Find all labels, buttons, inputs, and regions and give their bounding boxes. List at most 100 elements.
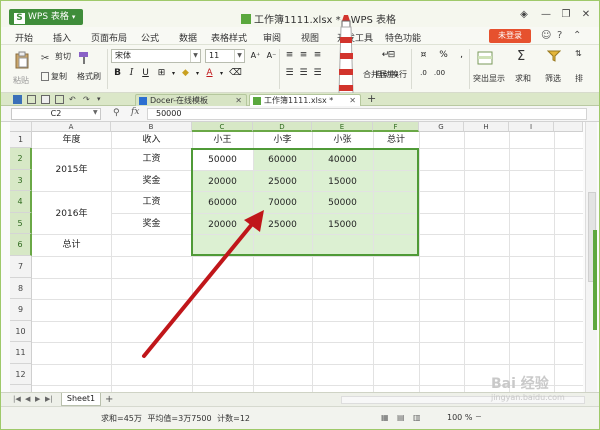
font-name-select[interactable]: 宋体 ▼ — [111, 49, 201, 63]
zoom-out-icon[interactable]: − — [475, 412, 482, 421]
italic-button[interactable]: I — [125, 67, 138, 80]
align-center-icon[interactable]: ☰ — [297, 67, 310, 80]
menu-insert[interactable]: 插入 — [53, 31, 71, 44]
paste-button[interactable] — [13, 51, 31, 73]
baidu-watermark: Bai 经验 jingyan.baidu.com — [491, 373, 595, 425]
new-tab-button[interactable]: + — [367, 92, 376, 105]
filter-button[interactable]: 筛选 — [545, 73, 561, 84]
add-sheet-button[interactable]: + — [105, 394, 113, 405]
save-icon[interactable] — [13, 95, 22, 104]
user-icon[interactable]: ☺ — [541, 30, 551, 41]
tab-docer-label: Docer-在线模板 — [150, 96, 209, 105]
copy-icon — [41, 72, 49, 81]
watermark-text: Bai 经验 — [491, 376, 549, 392]
skin-icon[interactable]: ◈ — [517, 9, 531, 21]
align-middle-icon[interactable]: ≡ — [297, 49, 310, 62]
copy-button[interactable]: 复制 — [41, 71, 67, 82]
tab-workbook[interactable]: 工作簿1111.xlsx * ✕ — [249, 94, 361, 106]
chevron-down-icon[interactable]: ▾ — [215, 67, 228, 80]
next-sheet-icon[interactable]: ▶ — [35, 395, 40, 403]
highlight-button[interactable]: 突出显示 — [473, 73, 505, 84]
zoom-level[interactable]: 100 % — [447, 413, 472, 422]
undo-icon[interactable]: ↶ — [69, 95, 78, 104]
menu-review[interactable]: 审阅 — [263, 31, 281, 44]
collapse-ribbon-icon[interactable]: ⌃ — [573, 30, 581, 41]
sort-button[interactable]: 排 — [575, 73, 583, 84]
wps-app-menu-button[interactable]: S WPS 表格 ▾ — [9, 9, 83, 25]
align-top-icon[interactable]: ≡ — [283, 49, 296, 62]
login-button[interactable]: 未登录 — [489, 29, 531, 43]
menu-special-features[interactable]: 特色功能 — [385, 31, 421, 44]
format-painter-brush[interactable] — [77, 51, 91, 67]
document-tabs-bar: ↶ ↷ ▾ Docer-在线模板 ✕ 工作簿1111.xlsx * ✕ + — [1, 92, 599, 106]
auto-wrap-button[interactable]: 自动换行 — [375, 69, 407, 80]
align-right-icon[interactable]: ☰ — [311, 67, 324, 80]
window-title: 工作簿1111.xlsx * - WPS 表格 — [241, 11, 396, 26]
sheet-tab-sheet1[interactable]: Sheet1 — [61, 393, 101, 406]
menu-table-style[interactable]: 表格样式 — [211, 31, 247, 44]
status-count: 计数=12 — [217, 414, 251, 423]
percent-button[interactable]: % — [437, 49, 450, 62]
sigma-icon[interactable]: Σ — [517, 49, 525, 64]
print-preview-icon[interactable] — [55, 95, 64, 104]
ribbon-toolbar: 粘贴 ✂ 剪切 复制 格式刷 宋体 ▼ 11 ▼ A⁺ A⁻ B I U ⊞ ▾ ◆ … — [1, 45, 599, 93]
grow-font-button[interactable]: A⁺ — [249, 49, 262, 62]
print-icon[interactable] — [41, 95, 50, 104]
menu-data[interactable]: 数据 — [179, 31, 197, 44]
name-box[interactable]: C2 — [11, 108, 101, 120]
align-bottom-icon[interactable]: ≡ — [311, 49, 324, 62]
number-format-icon[interactable]: ¤ — [417, 49, 430, 62]
font-size-select[interactable]: 11 ▼ — [205, 49, 245, 63]
underline-button[interactable]: U — [139, 67, 152, 80]
decrease-decimal-icon[interactable]: .00 — [433, 67, 446, 80]
sort-icon[interactable]: ⇅ — [575, 49, 582, 58]
docer-icon — [139, 97, 147, 105]
page-break-icon[interactable]: ▥ — [413, 413, 421, 422]
cut-button[interactable]: ✂ 剪切 — [41, 51, 71, 65]
help-icon[interactable]: ? — [557, 30, 562, 41]
comma-style-icon[interactable]: , — [455, 49, 468, 62]
formula-input[interactable]: 50000 — [147, 108, 587, 120]
redo-icon[interactable]: ↷ — [83, 95, 92, 104]
menu-page-layout[interactable]: 页面布局 — [91, 31, 127, 44]
clear-format-icon[interactable]: ⌫ — [229, 67, 242, 80]
shrink-font-button[interactable]: A⁻ — [265, 49, 278, 62]
menu-home[interactable]: 开始 — [15, 31, 33, 44]
vertical-scrollbar[interactable] — [585, 122, 597, 392]
magnifier-icon[interactable]: ⚲ — [113, 108, 120, 118]
filter-icon[interactable] — [546, 49, 562, 65]
conditional-format-icon[interactable] — [477, 51, 493, 67]
funnel-icon — [546, 50, 562, 62]
app-menu-label: WPS 表格 — [28, 12, 69, 22]
new-icon[interactable] — [27, 95, 36, 104]
watermark-url: jingyan.baidu.com — [491, 393, 565, 402]
scissors-icon: ✂ — [41, 53, 50, 64]
fx-button[interactable]: fx — [131, 107, 139, 117]
spreadsheet-grid[interactable]: A B C D E F G H I 1 2 3 4 5 6 7 8 9 10 1… — [10, 122, 583, 392]
tab-docer-templates[interactable]: Docer-在线模板 ✕ — [135, 94, 247, 106]
normal-view-icon[interactable]: ▦ — [381, 413, 389, 422]
bold-button[interactable]: B — [111, 67, 124, 80]
scroll-accent — [593, 230, 597, 330]
increase-decimal-icon[interactable]: .0 — [417, 67, 430, 80]
align-left-icon[interactable]: ☰ — [283, 67, 296, 80]
chevron-down-icon[interactable]: ▼ — [93, 109, 98, 116]
close-button[interactable]: ✕ — [579, 9, 593, 21]
menu-formulas[interactable]: 公式 — [141, 31, 159, 44]
minimize-button[interactable]: — — [539, 9, 553, 21]
divider — [279, 49, 280, 89]
last-sheet-icon[interactable]: ▶| — [45, 395, 53, 403]
lighthouse-skin-decoration — [338, 15, 354, 94]
wps-logo-icon: S — [14, 13, 25, 24]
format-painter-button[interactable]: 格式刷 — [77, 71, 101, 82]
sum-button[interactable]: 求和 — [515, 73, 531, 84]
chevron-down-icon[interactable]: ▾ — [97, 95, 106, 104]
status-average: 平均值=3万7500 — [147, 414, 212, 423]
first-sheet-icon[interactable]: |◀ — [13, 395, 21, 403]
page-layout-icon[interactable]: ▤ — [397, 413, 405, 422]
prev-sheet-icon[interactable]: ◀ — [25, 395, 30, 403]
wrap-icon[interactable]: ↵ — [379, 49, 392, 62]
restore-button[interactable]: ❐ — [559, 9, 573, 21]
menu-view[interactable]: 视图 — [301, 31, 319, 44]
red-arrow-annotation — [142, 210, 264, 358]
